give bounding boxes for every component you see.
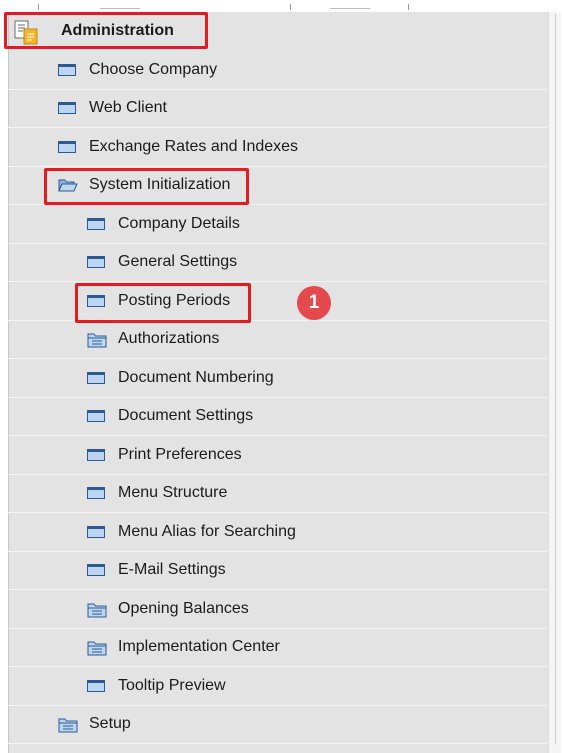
tree-item-label: Exchange Rates and Indexes (89, 138, 299, 155)
tree-item-menu-alias[interactable]: Menu Alias for Searching (8, 514, 548, 552)
tree-item-authorizations[interactable]: Authorizations (8, 321, 548, 359)
window-icon (87, 526, 105, 538)
tree-item-label: Setup (89, 715, 131, 732)
tree-item-label: E-Mail Settings (118, 561, 226, 578)
toolbar-separator (100, 8, 140, 9)
window-icon (87, 449, 105, 461)
tree-item-general-settings[interactable]: General Settings (8, 244, 548, 282)
folder-icon (87, 332, 107, 353)
window-icon (58, 102, 76, 114)
tree-item-document-numbering[interactable]: Document Numbering (8, 360, 548, 398)
tree-item-label: Choose Company (89, 61, 218, 78)
tree-item-label: Web Client (89, 99, 167, 116)
tree-item-label: Authorizations (118, 330, 220, 347)
window-icon (87, 410, 105, 422)
tree-item-menu-structure[interactable]: Menu Structure (8, 475, 548, 513)
tree-item-label: Menu Alias for Searching (118, 523, 296, 540)
tree-item-exchange-rates[interactable]: Exchange Rates and Indexes (8, 129, 548, 167)
window-icon (87, 372, 105, 384)
tree-item-email-settings[interactable]: E-Mail Settings (8, 552, 548, 590)
vertical-scrollbar[interactable] (548, 12, 561, 753)
toolbar-tick (408, 4, 409, 10)
tree-item-web-client[interactable]: Web Client (8, 90, 548, 128)
tree-item-setup[interactable]: Setup (8, 706, 548, 744)
toolbar-separator (330, 8, 370, 9)
tree-item-print-preferences[interactable]: Print Preferences (8, 437, 548, 475)
tree-item-label: Opening Balances (118, 600, 249, 617)
tree-item-label: Print Preferences (118, 446, 242, 463)
tree-item-implementation-center[interactable]: Implementation Center (8, 629, 548, 667)
step-badge: 1 (297, 286, 331, 320)
window-icon (87, 256, 105, 268)
tree-item-document-settings[interactable]: Document Settings (8, 398, 548, 436)
tree-item-label: Menu Structure (118, 484, 228, 501)
tree-item-label: Document Settings (118, 407, 254, 424)
highlight-box-administration (4, 12, 208, 49)
window-icon (87, 487, 105, 499)
folder-icon (87, 640, 107, 661)
tree-item-label: Company Details (118, 215, 240, 232)
window-icon (58, 64, 76, 76)
toolbar-tick (290, 4, 291, 10)
toolbar-tick (38, 4, 39, 10)
folder-icon (87, 602, 107, 623)
folder-icon (58, 717, 78, 738)
highlight-box-system-initialization (44, 168, 249, 205)
tree-item-company-details[interactable]: Company Details (8, 206, 548, 244)
tree-item-label: Document Numbering (118, 369, 274, 386)
tree-item-tooltip-preview[interactable]: Tooltip Preview (8, 668, 548, 706)
tree-item-label: Tooltip Preview (118, 677, 226, 694)
highlight-box-posting-periods (75, 283, 251, 323)
window-icon (87, 680, 105, 692)
tree-item-label: Implementation Center (118, 638, 280, 655)
window-icon (87, 564, 105, 576)
tree-item-opening-balances[interactable]: Opening Balances (8, 591, 548, 629)
tree-item-label: General Settings (118, 253, 238, 270)
window-icon (58, 141, 76, 153)
window-icon (87, 218, 105, 230)
tree-item-choose-company[interactable]: Choose Company (8, 52, 548, 90)
